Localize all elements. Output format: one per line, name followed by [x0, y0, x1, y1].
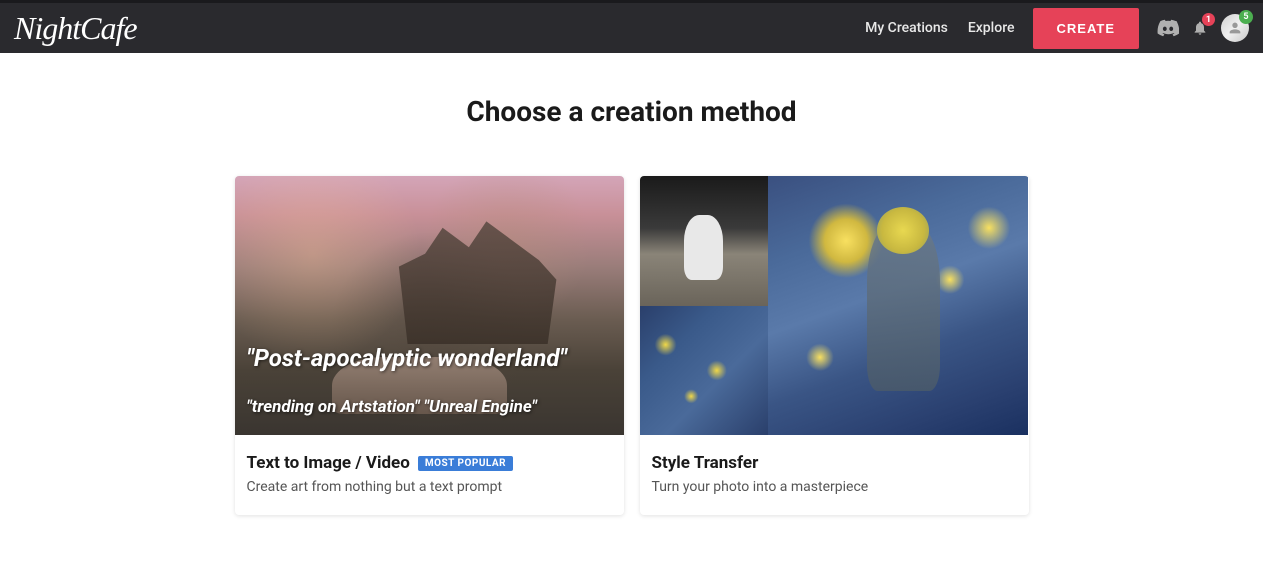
discord-icon[interactable]	[1157, 17, 1179, 39]
image-prompt-text-2: "trending on Artstation" "Unreal Engine"	[247, 397, 537, 417]
card-style-transfer[interactable]: Style Transfer Turn your photo into a ma…	[640, 176, 1029, 515]
avatar-button[interactable]: 5	[1221, 14, 1249, 42]
page-title: Choose a creation method	[466, 95, 796, 128]
card-title-row: Text to Image / Video MOST POPULAR	[247, 453, 612, 473]
create-button[interactable]: CREATE	[1033, 8, 1139, 49]
nav-explore[interactable]: Explore	[968, 20, 1015, 36]
card-title: Style Transfer	[652, 453, 759, 473]
card-text-to-image[interactable]: "Post-apocalyptic wonderland" "trending …	[235, 176, 624, 515]
card-description: Create art from nothing but a text promp…	[247, 479, 612, 495]
notifications-button[interactable]: 1	[1189, 17, 1211, 39]
most-popular-badge: MOST POPULAR	[418, 456, 513, 471]
card-image-style-transfer	[640, 176, 1029, 435]
card-body: Style Transfer Turn your photo into a ma…	[640, 435, 1029, 515]
header-right: My Creations Explore CREATE 1 5	[865, 8, 1249, 49]
main-content: Choose a creation method "Post-apocalypt…	[0, 53, 1263, 515]
header-icons: 1 5	[1157, 14, 1249, 42]
card-body: Text to Image / Video MOST POPULAR Creat…	[235, 435, 624, 515]
creation-method-cards: "Post-apocalyptic wonderland" "trending …	[235, 176, 1029, 515]
logo[interactable]: NightCafe	[14, 10, 137, 47]
credits-badge: 5	[1239, 10, 1253, 24]
card-image-text-to-image: "Post-apocalyptic wonderland" "trending …	[235, 176, 624, 435]
nav-my-creations[interactable]: My Creations	[865, 20, 948, 36]
notifications-badge: 1	[1202, 13, 1215, 26]
nav-links: My Creations Explore	[865, 20, 1014, 36]
card-title: Text to Image / Video	[247, 453, 410, 473]
card-description: Turn your photo into a masterpiece	[652, 479, 1017, 495]
app-header: NightCafe My Creations Explore CREATE 1	[0, 0, 1263, 53]
card-title-row: Style Transfer	[652, 453, 1017, 473]
image-prompt-text-1: "Post-apocalyptic wonderland"	[247, 344, 567, 373]
